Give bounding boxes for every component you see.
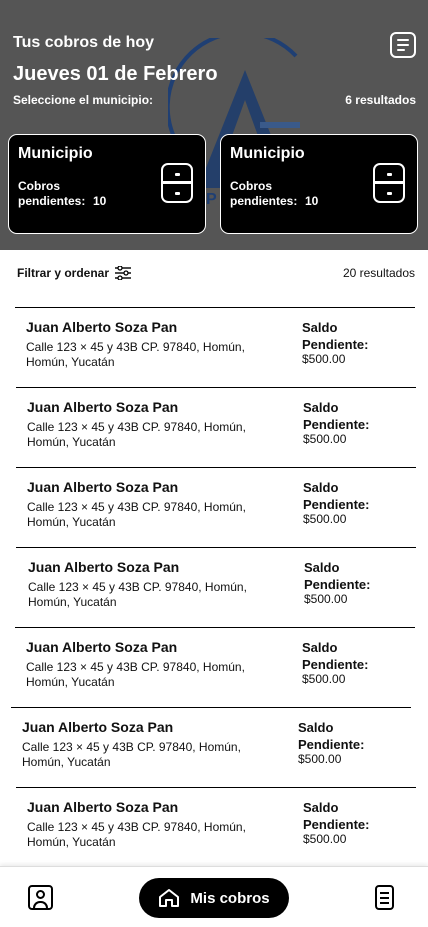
list-item[interactable]: Juan Alberto Soza Pan Calle 123 × 45 y 4… (0, 787, 428, 867)
current-date: Jueves 01 de Febrero (13, 63, 218, 85)
municipio-card-label: Cobros pendientes: (18, 179, 86, 208)
client-name: Juan Alberto Soza Pan (27, 799, 179, 815)
saldo-amount: $500.00 (302, 672, 346, 686)
client-name: Juan Alberto Soza Pan (22, 719, 174, 735)
client-name: Juan Alberto Soza Pan (27, 399, 179, 415)
client-name: Juan Alberto Soza Pan (26, 319, 178, 335)
document-icon[interactable] (375, 885, 394, 910)
client-name: Juan Alberto Soza Pan (26, 639, 178, 655)
mis-cobros-button[interactable]: Mis cobros (139, 878, 289, 918)
saldo-label: Saldo Pendiente: (303, 480, 370, 512)
saldo-amount: $500.00 (304, 592, 348, 606)
saldo-amount: $500.00 (298, 752, 342, 766)
list-item[interactable]: Juan Alberto Soza Pan Calle 123 × 45 y 4… (0, 547, 428, 627)
list-item[interactable]: Juan Alberto Soza Pan Calle 123 × 45 y 4… (0, 387, 428, 467)
saldo-label: Saldo Pendiente: (302, 320, 369, 352)
divider (16, 467, 416, 468)
sliders-icon (115, 266, 132, 280)
list-item[interactable]: Juan Alberto Soza Pan Calle 123 × 45 y 4… (0, 467, 428, 547)
client-name: Juan Alberto Soza Pan (28, 559, 180, 575)
divider (15, 627, 415, 628)
header: P Tus cobros de hoy Jueves 01 de Febrero… (0, 0, 428, 250)
user-profile-icon[interactable] (28, 885, 53, 910)
municipio-card-count: 10 (93, 194, 107, 208)
cabinet-icon (161, 163, 193, 203)
municipio-card-label: Cobros pendientes: (230, 179, 298, 208)
saldo-label: Saldo Pendiente: (303, 400, 370, 432)
home-icon (159, 889, 180, 907)
list-results-count: 20 resultados (342, 266, 415, 280)
divider (16, 787, 416, 788)
saldo-label: Saldo Pendiente: (298, 720, 365, 752)
filter-label: Filtrar y ordenar (17, 266, 110, 280)
municipio-card[interactable]: Municipio Cobros pendientes: 10 (8, 134, 206, 234)
divider (11, 707, 411, 708)
client-address: Calle 123 × 45 y 43B CP. 97840, Homún, H… (22, 740, 241, 769)
list-item[interactable]: Juan Alberto Soza Pan Calle 123 × 45 y 4… (0, 307, 428, 387)
list-document-icon[interactable] (390, 32, 416, 58)
municipio-card-count: 10 (305, 194, 319, 208)
mis-cobros-label: Mis cobros (190, 889, 270, 907)
page-title: Tus cobros de hoy (13, 34, 155, 51)
list-item[interactable]: Juan Alberto Soza Pan Calle 123 × 45 y 4… (0, 707, 428, 787)
municipio-card-title: Municipio (230, 145, 305, 162)
svg-text:P: P (206, 191, 217, 208)
client-address: Calle 123 × 45 y 43B CP. 97840, Homún, H… (27, 420, 246, 449)
municipio-card-title: Municipio (18, 145, 93, 162)
bottom-navigation: Mis cobros (0, 866, 428, 927)
saldo-amount: $500.00 (303, 512, 347, 526)
client-address: Calle 123 × 45 y 43B CP. 97840, Homún, H… (26, 340, 245, 369)
filter-sort-button[interactable]: Filtrar y ordenar (17, 266, 132, 280)
divider (15, 307, 415, 308)
saldo-amount: $500.00 (302, 352, 346, 366)
saldo-amount: $500.00 (303, 432, 347, 446)
client-address: Calle 123 × 45 y 43B CP. 97840, Homún, H… (26, 660, 245, 689)
list-item[interactable]: Juan Alberto Soza Pan Calle 123 × 45 y 4… (0, 627, 428, 707)
client-name: Juan Alberto Soza Pan (27, 479, 179, 495)
municipio-card[interactable]: Municipio Cobros pendientes: 10 (220, 134, 418, 234)
client-address: Calle 123 × 45 y 43B CP. 97840, Homún, H… (27, 820, 246, 849)
divider (16, 387, 416, 388)
municipio-results-count: 6 resultados (345, 93, 416, 107)
saldo-amount: $500.00 (303, 832, 347, 846)
saldo-label: Saldo Pendiente: (304, 560, 371, 592)
divider (16, 547, 416, 548)
client-address: Calle 123 × 45 y 43B CP. 97840, Homún, H… (27, 500, 246, 529)
saldo-label: Saldo Pendiente: (303, 800, 370, 832)
select-municipio-label: Seleccione el municipio: (13, 93, 154, 107)
saldo-label: Saldo Pendiente: (302, 640, 369, 672)
client-address: Calle 123 × 45 y 43B CP. 97840, Homún, H… (28, 580, 247, 609)
cabinet-icon (373, 163, 405, 203)
